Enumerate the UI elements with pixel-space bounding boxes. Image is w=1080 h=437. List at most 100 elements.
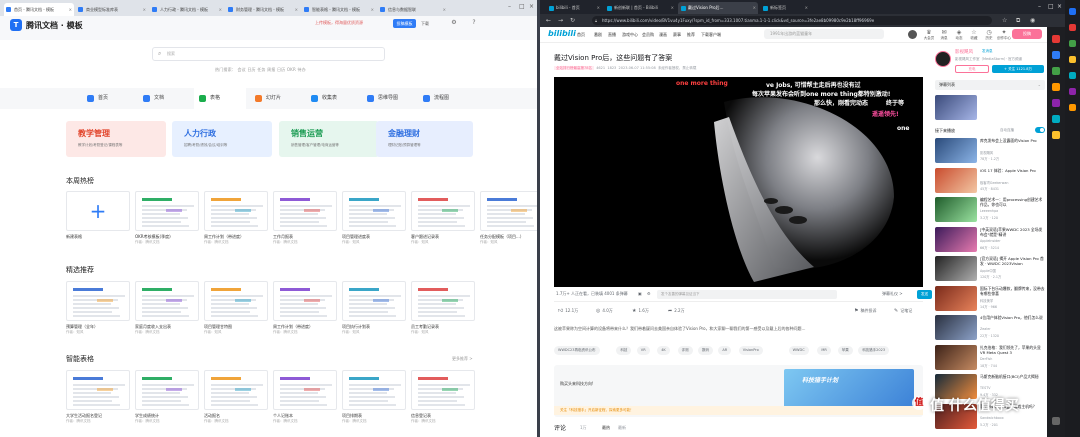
- url-field[interactable]: 🔒︎ https://www.bilibili.com/video/BV1vu4…: [592, 16, 992, 25]
- category-tab[interactable]: 收集表: [306, 88, 358, 109]
- close-window-icon[interactable]: ×: [529, 3, 534, 11]
- video-tag[interactable]: WWDC23再临资讯公布: [554, 346, 600, 355]
- video-tag[interactable]: 科技: [616, 346, 632, 355]
- template-card[interactable]: [342, 191, 406, 231]
- category-tab[interactable]: 思维导图: [362, 88, 414, 109]
- message-button[interactable]: ✉ 消息: [937, 29, 951, 43]
- rec-video-item[interactable]: iOS 17 体验：Apple Vision Pro 极客湾Geekerwan 45…: [935, 167, 1047, 194]
- rec-video-item[interactable]: 库克发布会上没露面的Vision Pro 影视飓风 78万 · 1.2万: [935, 137, 1047, 164]
- etiquette-link[interactable]: 弹幕礼仪 >: [882, 291, 903, 297]
- tab-close-icon[interactable]: ×: [753, 2, 756, 14]
- taskbar-app-icon[interactable]: [1069, 56, 1076, 63]
- video-tag[interactable]: WWDC: [788, 346, 809, 355]
- avatar[interactable]: [908, 30, 917, 39]
- send-danmaku-button[interactable]: 发送: [917, 290, 932, 299]
- reload-icon[interactable]: ↻: [570, 16, 575, 25]
- rec-title[interactable]: 库克发布会上没露面的Vision Pro: [980, 138, 1045, 148]
- minimize-icon[interactable]: –: [1038, 3, 1041, 11]
- sidebar-ad-image[interactable]: [935, 95, 977, 120]
- sort-new[interactable]: 最新: [618, 425, 626, 431]
- profile-icon[interactable]: ◉: [1030, 16, 1035, 25]
- rec-thumbnail[interactable]: [935, 138, 977, 163]
- bili-nav-item[interactable]: 直播: [608, 32, 616, 38]
- template-card[interactable]: [66, 281, 130, 321]
- dynamic-button[interactable]: ◈ 动态: [952, 29, 966, 43]
- video-tag[interactable]: 评测: [677, 346, 693, 355]
- rec-title[interactable]: [官方双语] 揭开 Apple Vision Pro 首发 · WWDC 202…: [980, 256, 1045, 266]
- rec-video-item[interactable]: [中英双语]苹果WWDC 2023 全场发布会"就是"精讲 AppleInside…: [935, 226, 1047, 253]
- video-tag[interactable]: MR: [817, 346, 831, 355]
- template-card[interactable]: [204, 370, 268, 410]
- bili-nav-item[interactable]: 游戏中心: [622, 32, 638, 38]
- coin-button[interactable]: ◎ 4.0万: [596, 308, 613, 314]
- browser-tab[interactable]: 新标签页 ×: [760, 2, 810, 14]
- bili-nav-item[interactable]: 会员购: [642, 32, 654, 38]
- message-up-link[interactable]: 发消息: [982, 49, 993, 54]
- sidebar-app-icon[interactable]: [1052, 51, 1060, 59]
- template-card[interactable]: [204, 281, 268, 321]
- favorite-button[interactable]: ★ 1.6万: [632, 308, 649, 314]
- taskbar-app-icon[interactable]: [1069, 72, 1076, 79]
- bulb-button[interactable]: ✦ 创作中心: [997, 29, 1011, 43]
- maximize-icon[interactable]: □: [1048, 3, 1054, 11]
- more-recommend-link[interactable]: 更多推荐 >: [452, 356, 473, 362]
- rec-up[interactable]: Sandwichboxx: [980, 416, 1004, 420]
- browser-tab[interactable]: 人力行政 - 腾讯文档 - 模板 ×: [150, 3, 224, 16]
- extensions-icon[interactable]: ⧉: [1016, 16, 1020, 25]
- tencent-docs-logo-icon[interactable]: T: [10, 19, 22, 31]
- tab-close-icon[interactable]: ×: [443, 3, 446, 16]
- template-card[interactable]: [273, 191, 337, 231]
- bili-nav-item[interactable]: 漫画: [659, 32, 667, 38]
- sidebar-app-icon[interactable]: [1052, 67, 1060, 75]
- rec-video-item[interactable]: [官方双语] 揭开 Apple Vision Pro 首发 · WWDC 202…: [935, 255, 1047, 282]
- video-tag[interactable]: AR: [718, 346, 732, 355]
- video-tag[interactable]: VR: [636, 346, 650, 355]
- star-bookmark-icon[interactable]: ☆: [1002, 16, 1007, 25]
- taskbar-app-icon[interactable]: [1069, 8, 1076, 15]
- video-tag[interactable]: 科技猎手2023: [858, 346, 890, 355]
- template-card[interactable]: [135, 281, 199, 321]
- tab-close-icon[interactable]: ×: [371, 3, 374, 16]
- download-button[interactable]: 下载: [421, 19, 429, 28]
- rec-up[interactable]: AppleInsider: [980, 239, 1001, 243]
- taskbar-app-icon[interactable]: [1069, 24, 1076, 31]
- danmaku-input[interactable]: 发个友善的弹幕见证当下: [657, 290, 837, 299]
- bili-nav-item[interactable]: 下载客户端: [701, 32, 721, 38]
- video-tag[interactable]: 苹果: [837, 346, 853, 355]
- template-card[interactable]: [135, 370, 199, 410]
- sidebar-app-icon[interactable]: [1052, 131, 1060, 139]
- rec-up[interactable]: DerFish: [980, 357, 992, 361]
- help-icon[interactable]: ?: [470, 19, 478, 27]
- template-card[interactable]: [411, 191, 475, 231]
- gear-icon[interactable]: ⚙: [450, 19, 458, 27]
- category-tab[interactable]: 幻灯片: [250, 88, 302, 109]
- maximize-icon[interactable]: □: [519, 3, 525, 11]
- back-icon[interactable]: ←: [546, 16, 551, 25]
- video-tag[interactable]: 数码: [698, 346, 713, 355]
- danmaku-toggle-icon[interactable]: ▣: [638, 291, 642, 296]
- video-tag[interactable]: 4K: [657, 346, 670, 355]
- tab-close-icon[interactable]: ×: [295, 3, 298, 16]
- rec-video-item[interactable]: 扎克伯格：我们领先了，苹果的头显 VR Meta Quest 3 DerFish 1…: [935, 344, 1047, 371]
- sidebar-app-icon[interactable]: [1052, 83, 1060, 91]
- crown-button[interactable]: ♛ 大会员: [922, 29, 936, 43]
- notice-bar[interactable]: 关注「科技猎手」开启新征程，探索更多可能！: [554, 406, 923, 415]
- rec-up[interactable]: Leeeenhpa: [980, 209, 998, 213]
- video-player[interactable]: one more thing ve Jobs, 可惜帮主走后再也没有过 每次苹果…: [554, 77, 923, 287]
- charge-button[interactable]: 充电: [955, 65, 989, 73]
- video-tag[interactable]: VisionPro: [738, 346, 763, 355]
- upload-button[interactable]: 投稿: [1012, 29, 1042, 39]
- category-tab[interactable]: 文档: [138, 88, 190, 109]
- browser-tab[interactable]: 首页 - 腾讯文档 - 模板 ×: [4, 3, 74, 16]
- rec-thumbnail[interactable]: [935, 167, 977, 193]
- rec-thumbnail[interactable]: [935, 197, 977, 222]
- template-card[interactable]: [273, 370, 337, 410]
- template-search-input[interactable]: ⌕ 搜索: [152, 47, 385, 61]
- template-card[interactable]: [273, 281, 337, 321]
- rec-thumbnail[interactable]: [935, 285, 977, 311]
- minimize-icon[interactable]: –: [508, 3, 511, 11]
- template-card[interactable]: +: [66, 191, 130, 231]
- bili-nav-item[interactable]: 番剧: [594, 32, 602, 38]
- category-banner[interactable]: 金融理财 理财记账/预算管理等: [376, 121, 473, 157]
- forward-icon[interactable]: →: [558, 16, 563, 25]
